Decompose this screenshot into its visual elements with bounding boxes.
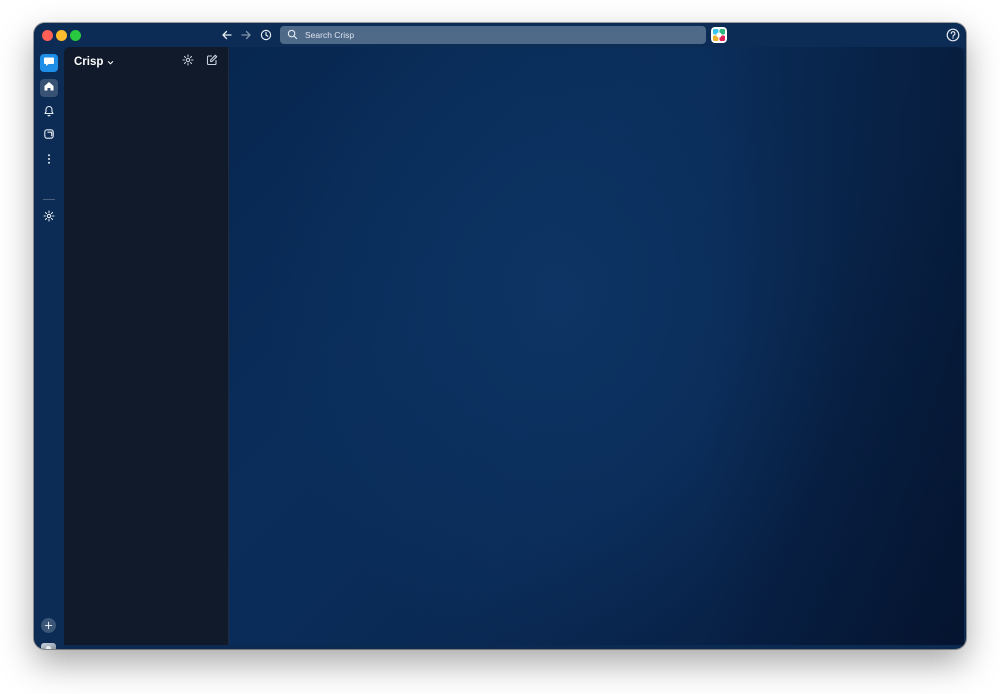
compose-icon <box>206 53 218 71</box>
search-placeholder: Search Crisp <box>305 30 355 40</box>
rail-settings-button[interactable] <box>40 209 58 227</box>
close-window-button[interactable] <box>42 30 53 41</box>
help-button[interactable] <box>946 28 960 42</box>
bell-icon <box>43 104 55 122</box>
main-content-area <box>229 47 964 645</box>
search-bar[interactable]: Search Crisp <box>280 26 706 44</box>
forward-button[interactable] <box>238 27 254 43</box>
home-icon <box>43 79 55 97</box>
add-workspace-button[interactable] <box>41 618 56 633</box>
workspace-switcher-button[interactable] <box>40 54 58 72</box>
gear-icon <box>182 53 194 71</box>
search-icon <box>287 29 299 41</box>
rail-later-button[interactable] <box>40 127 58 145</box>
app-window: Search Crisp Crisp <box>34 23 966 649</box>
bookmark-icon <box>43 127 55 145</box>
gear-icon <box>43 209 55 227</box>
arrow-left-icon <box>221 29 233 41</box>
rail-activity-button[interactable] <box>40 104 58 122</box>
workspace-menu-button[interactable]: Crisp <box>74 56 114 68</box>
workspace-icon <box>43 54 55 72</box>
plus-icon <box>44 617 53 635</box>
clock-icon <box>260 29 272 41</box>
sidebar-settings-button[interactable] <box>181 53 195 71</box>
help-icon <box>946 28 960 46</box>
more-vertical-icon <box>43 152 55 170</box>
rail-home-button[interactable] <box>40 79 58 97</box>
arrow-right-icon <box>240 29 252 41</box>
channel-sidebar: Crisp <box>64 47 229 645</box>
title-bar: Search Crisp <box>34 23 966 47</box>
app-logo-icon[interactable] <box>711 27 727 43</box>
rail-more-button[interactable] <box>40 152 58 170</box>
minimize-window-button[interactable] <box>56 30 67 41</box>
rail-divider <box>43 199 55 200</box>
workspace-name: Crisp <box>74 56 104 68</box>
history-button[interactable] <box>258 27 274 43</box>
maximize-window-button[interactable] <box>70 30 81 41</box>
avatar[interactable] <box>41 643 56 649</box>
chevron-down-icon <box>107 59 114 66</box>
back-button[interactable] <box>219 27 235 43</box>
workspace-rail <box>34 47 64 649</box>
compose-button[interactable] <box>205 53 219 71</box>
